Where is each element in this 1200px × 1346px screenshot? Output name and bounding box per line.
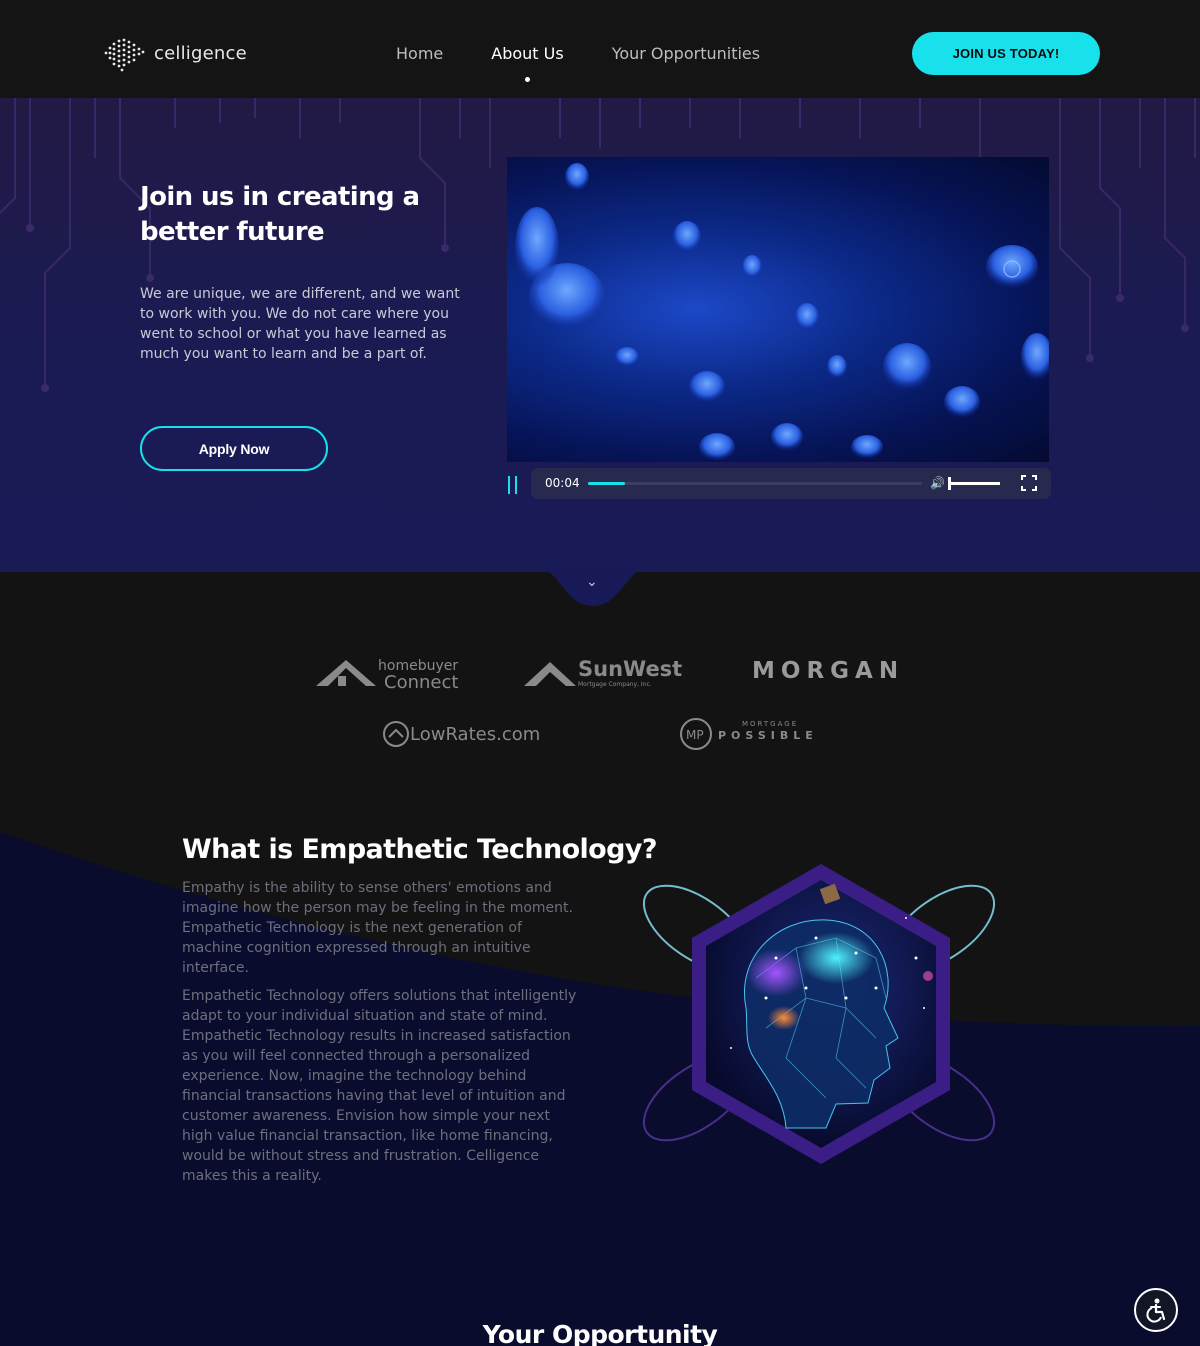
connect-text: Connect (384, 672, 458, 692)
video-seek-bar[interactable] (588, 482, 922, 485)
join-us-button[interactable]: JOIN US TODAY! (912, 32, 1100, 75)
homebuyer-connect-logo: homebuyer Connect (316, 658, 458, 692)
video-time: 00:04 (545, 476, 580, 490)
accessibility-figure-icon (1146, 1298, 1166, 1323)
brain-hexagon-illustration (642, 864, 996, 1164)
lowrates-text: LowRates.com (410, 724, 540, 745)
mortgage-possible-logo: MP MORTGAGE POSSIBLE (680, 718, 818, 750)
volume-icon[interactable]: 🔊 (930, 476, 945, 490)
pause-icon[interactable] (508, 476, 522, 496)
sunwest-name: SunWest (578, 657, 682, 681)
logo-text: celligence (154, 42, 247, 64)
mortgage-text: MORTGAGE (742, 720, 798, 728)
hero-title: Join us in creating a better future (140, 182, 420, 247)
partner-logos: homebuyer Connect SunWest Mortgage Compa… (0, 640, 1200, 760)
nav-about-us[interactable]: About Us (491, 44, 564, 82)
brand-logo[interactable]: celligence (100, 34, 247, 72)
jellyfish-video-frame (515, 163, 1049, 461)
main-nav: Home About Us Your Opportunities (396, 44, 760, 82)
apply-now-button[interactable]: Apply Now (140, 426, 328, 471)
video-player[interactable] (507, 157, 1049, 462)
site-header: celligence Home About Us Your Opportunit… (0, 0, 1200, 98)
empathetic-paragraph-1: Empathy is the ability to sense others' … (182, 880, 573, 976)
lowrates-logo: LowRates.com (383, 721, 540, 747)
video-seek-progress (588, 482, 625, 485)
your-opportunity-title: Your Opportunity (482, 1320, 718, 1346)
empathetic-title: What is Empathetic Technology? (182, 834, 658, 865)
volume-slider-handle[interactable] (948, 477, 951, 490)
fullscreen-icon[interactable] (1021, 475, 1037, 491)
logo-mark-icon (104, 38, 145, 72)
nav-home[interactable]: Home (396, 44, 443, 63)
svg-text:MP: MP (686, 728, 704, 742)
chevron-down-icon[interactable]: ⌄ (586, 574, 598, 590)
empathetic-paragraph-2: Empathetic Technology offers solutions t… (182, 988, 577, 1184)
possible-text: POSSIBLE (718, 729, 818, 742)
sunwest-logo: SunWest Mortgage Company, Inc. (524, 657, 682, 688)
hero-section: Join us in creating a better future We a… (0, 98, 1200, 572)
accessibility-icon[interactable] (1134, 1288, 1178, 1332)
morgan-logo: MORGAN (752, 658, 905, 684)
video-controls: 00:04 🔊 (531, 468, 1051, 499)
hero-description: We are unique, we are different, and we … (140, 286, 460, 362)
sunwest-sub: Mortgage Company, Inc. (578, 681, 652, 688)
volume-slider[interactable] (948, 482, 1000, 485)
nav-your-opportunities[interactable]: Your Opportunities (612, 44, 760, 63)
